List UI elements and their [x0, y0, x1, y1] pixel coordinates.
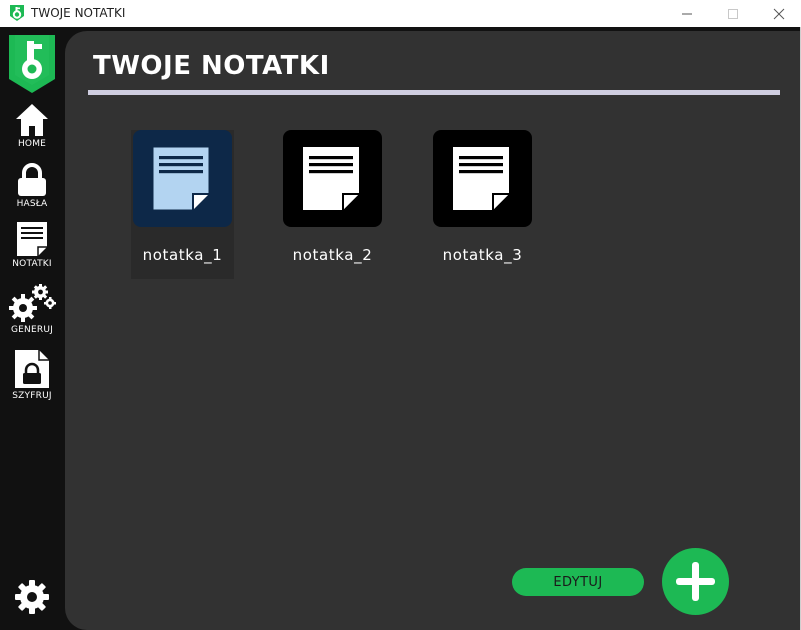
sidebar-item-szyfruj[interactable]: SZYFRUJ: [0, 349, 64, 401]
note-item[interactable]: notatka_3: [431, 130, 534, 279]
maximize-icon: [728, 8, 738, 19]
page-title: TWOJE NOTATKI: [93, 51, 330, 81]
window-title: TWOJE NOTATKI: [31, 6, 126, 20]
note-tile: [283, 130, 382, 227]
note-icon: [17, 222, 47, 256]
app-frame: HOME HASŁA NOTATKI GENERUJ SZYFRUJ TWOJE…: [0, 27, 801, 630]
note-name: notatka_1: [142, 246, 223, 264]
key-shield-logo[interactable]: [9, 35, 55, 93]
lock-icon: [18, 163, 46, 196]
close-icon: [773, 8, 785, 19]
sidebar-item-hasla[interactable]: HASŁA: [0, 163, 64, 209]
add-note-button[interactable]: [662, 548, 729, 615]
minimize-icon: [682, 13, 692, 14]
note-name: notatka_2: [292, 246, 373, 264]
sidebar: HOME HASŁA NOTATKI GENERUJ SZYFRUJ: [0, 27, 64, 630]
sidebar-item-label: HASŁA: [16, 199, 48, 209]
maximize-button[interactable]: [710, 0, 756, 27]
sidebar-item-label: NOTATKI: [12, 259, 52, 269]
title-divider: [88, 90, 780, 95]
note-icon: [303, 147, 359, 210]
sidebar-item-label: HOME: [17, 139, 47, 149]
home-icon: [16, 104, 48, 136]
sidebar-item-home[interactable]: HOME: [0, 103, 64, 149]
close-button[interactable]: [756, 0, 801, 27]
sidebar-item-notatki[interactable]: NOTATKI: [0, 221, 64, 269]
app-logo-icon: [10, 5, 24, 21]
note-name: notatka_3: [442, 246, 523, 264]
gear-icon[interactable]: [14, 579, 50, 615]
note-item[interactable]: notatka_2: [281, 130, 384, 279]
note-item[interactable]: notatka_1: [131, 130, 234, 279]
plus-icon: [676, 562, 715, 601]
window-titlebar: TWOJE NOTATKI: [0, 0, 801, 27]
note-icon: [453, 147, 509, 210]
edit-button[interactable]: EDYTUJ: [512, 568, 644, 596]
sidebar-item-label: SZYFRUJ: [12, 391, 52, 401]
note-tile: [133, 130, 232, 227]
minimize-button[interactable]: [664, 0, 710, 27]
note-icon: [152, 146, 210, 211]
main-panel: TWOJE NOTATKI notatka_1 notatka_2 notatk…: [65, 31, 801, 630]
sidebar-item-label: GENERUJ: [11, 325, 53, 335]
sidebar-item-generuj[interactable]: GENERUJ: [0, 283, 64, 335]
note-tile: [433, 130, 532, 227]
lock-file-icon: [15, 350, 49, 388]
gears-icon: [9, 284, 56, 322]
